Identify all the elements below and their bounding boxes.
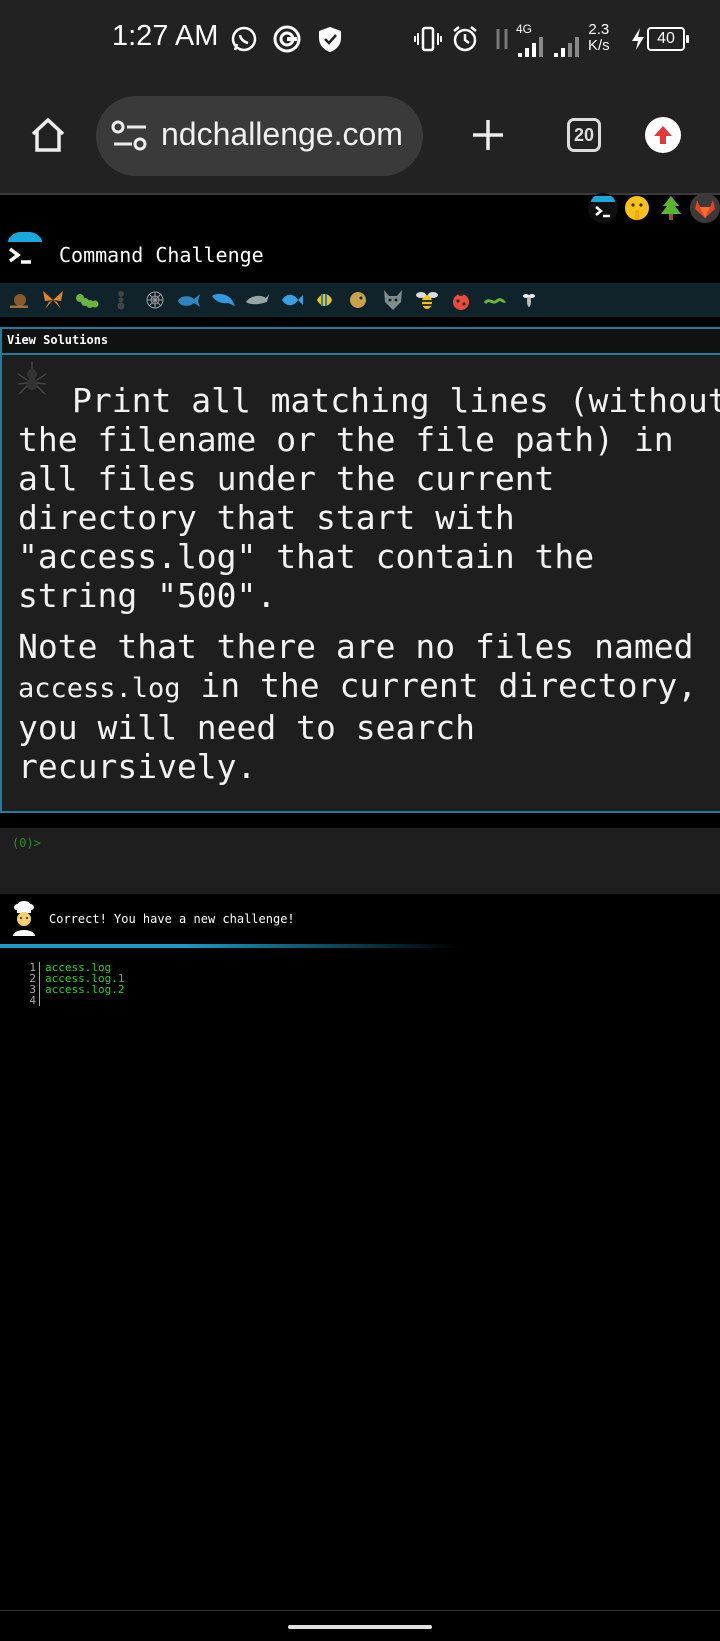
mosquito-icon[interactable] xyxy=(516,289,542,311)
tab-switcher-button[interactable]: 20 xyxy=(556,107,612,163)
fish-icon[interactable] xyxy=(278,289,304,311)
data-arrows-icon xyxy=(486,20,518,58)
update-button[interactable] xyxy=(635,107,691,163)
gitlab-icon[interactable] xyxy=(690,193,720,223)
output-line: 3 access.log.2 xyxy=(28,984,124,995)
whale-icon[interactable] xyxy=(176,289,202,311)
chef-icon xyxy=(9,900,39,936)
update-arrow-icon xyxy=(645,117,681,153)
browser-toolbar: ndchallenge.com 20 xyxy=(0,80,720,195)
wolf-icon[interactable] xyxy=(380,289,406,311)
tab-count: 20 xyxy=(567,118,601,152)
snail-icon[interactable] xyxy=(6,289,32,311)
alarm-icon xyxy=(449,20,481,58)
network-speed: 2.3 K/s xyxy=(588,22,610,54)
network-speed-unit: K/s xyxy=(588,37,610,54)
gesture-handle[interactable] xyxy=(288,1625,432,1629)
status-bar: 1:27 AM 4G 2.3 K/s 40 xyxy=(0,0,720,80)
signal-icon xyxy=(516,28,548,66)
ladybug-icon[interactable] xyxy=(448,289,474,311)
status-time: 1:27 AM xyxy=(112,20,219,52)
whatsapp-icon xyxy=(228,20,260,58)
terminal-input[interactable]: (0)> xyxy=(0,828,720,894)
home-button[interactable] xyxy=(20,107,76,163)
challenge-note: Note that there are no files named acces… xyxy=(18,627,720,786)
note-prefix: Note that there are no files named xyxy=(18,627,694,666)
challenge-panel: View Solutions Print all matching lines … xyxy=(0,327,720,813)
output-line: 4 xyxy=(28,995,124,1006)
tropical-fish-icon[interactable] xyxy=(312,289,338,311)
top-icon-row xyxy=(588,193,720,223)
site-title[interactable]: Command Challenge xyxy=(59,243,264,267)
challenge-description: Print all matching lines (without the fi… xyxy=(18,381,720,798)
challenge-icon-strip xyxy=(0,283,720,317)
bee-icon[interactable] xyxy=(414,289,440,311)
battery-indicator: 40 xyxy=(647,27,689,51)
line-text: access.log.2 xyxy=(45,983,125,996)
terminal-small-icon[interactable] xyxy=(588,193,618,223)
accent-divider xyxy=(0,944,460,948)
home-icon xyxy=(31,118,65,152)
plus-icon xyxy=(473,120,503,150)
shush-emoji-icon[interactable] xyxy=(622,193,652,223)
vibrate-icon xyxy=(412,20,444,58)
command-output: 1 access.log 2 access.log.1 3 access.log.2 … xyxy=(28,962,124,1006)
network-speed-value: 2.3 xyxy=(588,21,610,38)
worm-icon[interactable] xyxy=(482,289,508,311)
dolphin-grey-icon[interactable] xyxy=(244,289,270,311)
sync-app-icon xyxy=(271,20,303,58)
note-code: access.log xyxy=(18,673,181,704)
dolphin-icon[interactable] xyxy=(210,289,236,311)
signal-icon-2 xyxy=(552,28,584,66)
line-number: 4 xyxy=(28,995,40,1006)
site-logo-icon[interactable] xyxy=(4,231,44,272)
address-bar[interactable]: ndchallenge.com xyxy=(96,96,423,176)
caterpillar-icon[interactable] xyxy=(74,289,100,311)
new-tab-button[interactable] xyxy=(460,107,516,163)
blowfish-icon[interactable] xyxy=(346,289,372,311)
url-text: ndchallenge.com xyxy=(161,116,403,152)
site-settings-icon[interactable] xyxy=(110,118,150,154)
challenge-text: Print all matching lines (without the fi… xyxy=(18,381,720,615)
view-solutions-link[interactable]: View Solutions xyxy=(7,333,108,347)
web-icon[interactable] xyxy=(142,289,168,311)
shield-icon xyxy=(314,20,346,58)
panel-header xyxy=(2,329,720,355)
butterfly-icon[interactable] xyxy=(40,289,66,311)
feedback-message: Correct! You have a new challenge! xyxy=(49,912,295,926)
terminal-prompt: (0)> xyxy=(12,836,41,850)
tree-icon[interactable] xyxy=(656,193,686,223)
ant-icon[interactable] xyxy=(108,289,134,311)
